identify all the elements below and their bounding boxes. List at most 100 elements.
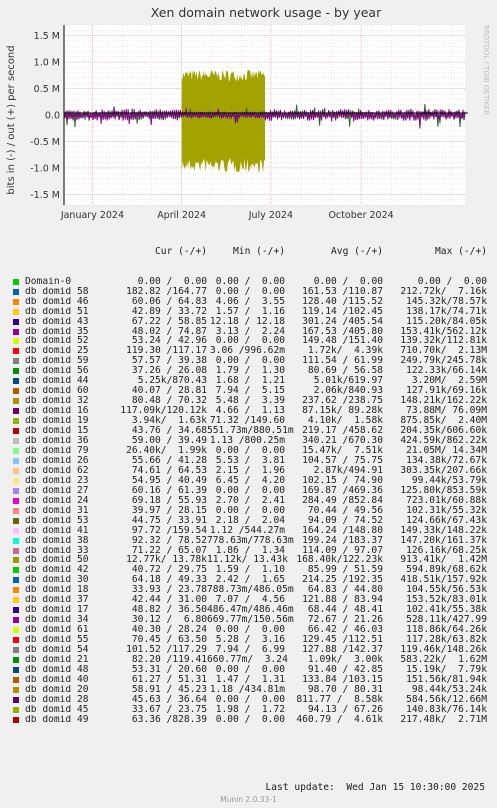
legend-name: Domain-0 (25, 276, 72, 287)
legend-row: db domid 49 63.36 /828.39 0.00 / 0.00 460.7… (9, 713, 493, 725)
legend-name: db domid 49 (25, 714, 89, 725)
legend-name: db domid 32 (25, 396, 89, 407)
legend-name: db domid 43 (25, 316, 89, 327)
legend-max: 217.48k/ 2.71M (400, 713, 487, 725)
legend-cur: 63.36 /828.39 (131, 713, 207, 725)
header-min: Min (-/+) (233, 245, 285, 257)
legend-name: db domid 45 (25, 704, 89, 715)
legend-name: db domid 40 (25, 674, 89, 685)
legend-swatch (13, 408, 19, 415)
network-usage-chart: Xen domain network usage - by year bits … (6, 5, 490, 221)
legend-swatch (13, 627, 19, 634)
last-update: Last update: Wed Jan 15 10:30:00 2025 (265, 782, 486, 793)
burst-area (181, 69, 265, 173)
legend-min: 0.00 / 0.00 (215, 713, 285, 725)
legend-swatch (13, 497, 19, 504)
y-axis-label: bits in (-) / out (+) per second (6, 45, 17, 194)
y-tick-label: 0.5 M (34, 84, 60, 95)
legend-swatch (13, 547, 19, 554)
x-tick-label: January 2024 (60, 210, 124, 221)
legend-name: db domid 53 (25, 515, 89, 526)
legend-swatch (13, 647, 19, 654)
x-ticks: January 2024 April 2024 July 2024 October 2… (60, 210, 394, 221)
legend-name: db domid 42 (25, 565, 89, 576)
legend-swatch (13, 517, 19, 524)
legend-name: db domid 48 (25, 664, 89, 675)
legend-cur: 92.32 / 78.52 (131, 534, 207, 546)
legend-swatch (13, 328, 19, 335)
y-tick-label: 1.5 M (34, 31, 60, 42)
legend-name: db domid 33 (25, 545, 89, 556)
legend-swatch (13, 587, 19, 594)
legend-swatch (13, 597, 19, 604)
legend-swatch (13, 477, 19, 484)
legend-name: db domid 41 (25, 525, 89, 536)
header-avg: Avg (-/+) (331, 245, 383, 257)
legend-name: db domid 15 (25, 426, 89, 437)
legend-name: db domid 54 (25, 645, 89, 655)
legend-swatch (13, 507, 19, 514)
legend-name: db domid 56 (25, 366, 89, 377)
legend-swatch (13, 686, 19, 693)
legend-min: 778.63m/778.63m (207, 534, 294, 546)
y-tick-label: -0.5 M (30, 137, 60, 148)
legend-name: db domid 46 (25, 296, 89, 307)
legend-swatch (13, 398, 19, 405)
legend-name: db domid 16 (25, 406, 89, 417)
rrdtool-credit: RRDTOOL / TOBI OETIKER (482, 25, 490, 115)
legend-name: db domid 62 (25, 465, 89, 476)
legend-swatch (13, 438, 19, 445)
legend-swatch (13, 617, 19, 624)
legend-swatch (13, 706, 19, 713)
munin-version: Munin 2.0.33-1 (220, 795, 277, 804)
legend-name: db domid 52 (25, 336, 89, 347)
legend-name: db domid 17 (25, 605, 89, 616)
legend-swatch (13, 637, 19, 644)
header-cur: Cur (-/+) (155, 245, 207, 257)
legend-swatch (13, 557, 19, 564)
legend-swatch (13, 308, 19, 315)
legend-name: db domid 60 (25, 386, 89, 397)
legend-max: 147.20k/161.37k (400, 534, 487, 546)
legend-name: db domid 79 (25, 445, 89, 456)
legend-name: db domid 38 (25, 535, 89, 546)
legend-swatch (13, 577, 19, 584)
legend-swatch (13, 288, 19, 295)
legend-avg: 460.79 / 4.61k (296, 713, 383, 725)
legend-name: db domid 61 (25, 625, 89, 636)
legend-swatch (13, 447, 19, 454)
legend-name: db domid 21 (25, 654, 89, 665)
legend-name: db domid 31 (25, 505, 89, 516)
legend-name: db domid 55 (25, 635, 89, 646)
y-tick-label: 1.0 M (34, 58, 60, 69)
legend-name: db domid 23 (25, 475, 89, 486)
legend-swatch (13, 656, 19, 663)
legend-swatch (13, 418, 19, 425)
legend-swatch (13, 378, 19, 385)
legend-name: db domid 27 (25, 485, 89, 496)
legend-swatch (13, 527, 19, 534)
legend-swatch (13, 358, 19, 365)
x-tick-label: July 2024 (248, 210, 293, 221)
header-max: Max (-/+) (435, 245, 487, 257)
y-ticks: 1.5 M 1.0 M 0.5 M 0.0 -0.5 M -1.0 M -1.5 M (30, 31, 60, 201)
legend-name: db domid 26 (25, 455, 89, 466)
legend-swatch (13, 666, 19, 673)
y-tick-label: 0.0 (45, 111, 60, 122)
legend-swatch (13, 348, 19, 355)
legend-name: db domid 25 (25, 346, 89, 357)
legend-name: db domid 24 (25, 495, 89, 506)
legend-swatch (13, 368, 19, 375)
legend-swatch (13, 696, 19, 703)
legend-name: db domid 19 (25, 416, 89, 427)
chart-title: Xen domain network usage - by year (151, 5, 382, 20)
legend-name: db domid 58 (25, 286, 89, 297)
legend-name: db domid 59 (25, 356, 89, 367)
y-tick-label: -1.5 M (30, 190, 60, 201)
legend-name: db domid 20 (25, 684, 89, 695)
legend-name: db domid 35 (25, 326, 89, 337)
legend-name: db domid 28 (25, 694, 89, 705)
legend-name: db domid 36 (25, 436, 89, 446)
legend-swatch (13, 537, 19, 544)
x-tick-label: October 2024 (328, 210, 393, 221)
